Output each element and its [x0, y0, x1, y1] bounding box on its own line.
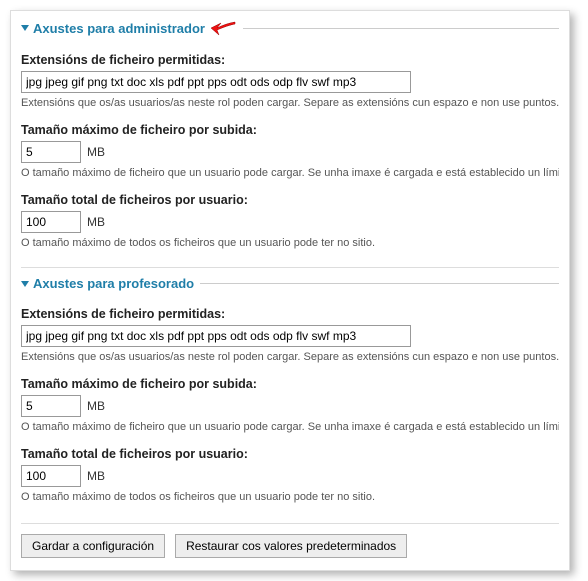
extensions-input[interactable] [21, 71, 411, 93]
annotation-arrow-icon [209, 19, 237, 37]
chevron-down-icon [21, 25, 29, 31]
chevron-down-icon [21, 281, 29, 287]
max-upload-input[interactable] [21, 141, 81, 163]
section-header-teacher[interactable]: Axustes para profesorado [21, 274, 559, 293]
max-upload-label: Tamaño máximo de ficheiro por subida: [21, 377, 559, 391]
save-button[interactable]: Gardar a configuración [21, 534, 165, 558]
total-size-help: O tamaño máximo de todos os ficheiros qu… [21, 491, 559, 503]
extensions-help: Extensións que os/as usuarios/as neste r… [21, 97, 559, 109]
total-size-label: Tamaño total de ficheiros por usuario: [21, 193, 559, 207]
extensions-input[interactable] [21, 325, 411, 347]
total-size-input[interactable] [21, 211, 81, 233]
total-size-label: Tamaño total de ficheiros por usuario: [21, 447, 559, 461]
section-title: Axustes para administrador [33, 21, 205, 36]
extensions-label: Extensións de ficheiro permitidas: [21, 307, 559, 321]
settings-panel: Axustes para administrador Extensións de… [10, 10, 570, 571]
max-upload-help: O tamaño máximo de ficheiro que un usuar… [21, 167, 559, 179]
section-rule [200, 283, 559, 284]
max-upload-unit: MB [87, 399, 105, 413]
total-size-unit: MB [87, 469, 105, 483]
total-size-help: O tamaño máximo de todos os ficheiros qu… [21, 237, 559, 249]
max-upload-input[interactable] [21, 395, 81, 417]
restore-defaults-button[interactable]: Restaurar cos valores predeterminados [175, 534, 407, 558]
max-upload-label: Tamaño máximo de ficheiro por subida: [21, 123, 559, 137]
section-rule [243, 28, 559, 29]
extensions-help: Extensións que os/as usuarios/as neste r… [21, 351, 559, 363]
button-row: Gardar a configuración Restaurar cos val… [21, 523, 559, 558]
section-header-admin[interactable]: Axustes para administrador [21, 17, 559, 39]
total-size-unit: MB [87, 215, 105, 229]
section-title: Axustes para profesorado [33, 276, 194, 291]
max-upload-unit: MB [87, 145, 105, 159]
total-size-input[interactable] [21, 465, 81, 487]
max-upload-help: O tamaño máximo de ficheiro que un usuar… [21, 421, 559, 433]
extensions-label: Extensións de ficheiro permitidas: [21, 53, 559, 67]
